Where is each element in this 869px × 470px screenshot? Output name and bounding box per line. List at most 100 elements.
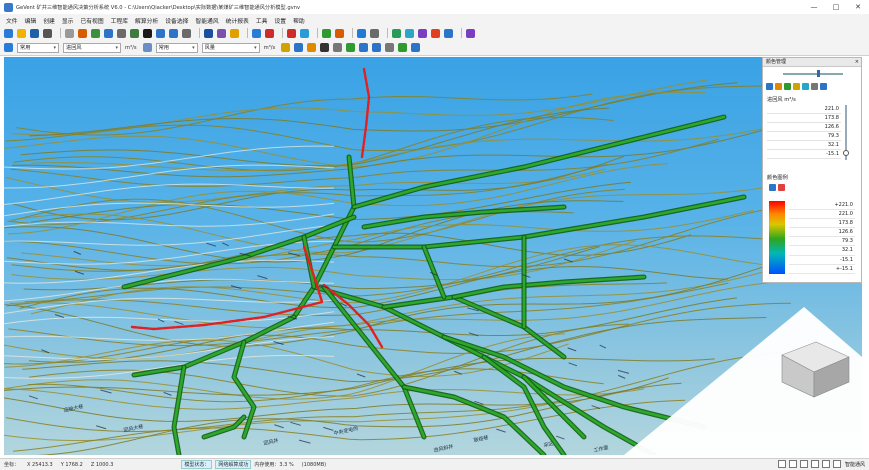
status-layer-icon[interactable] bbox=[821, 460, 830, 468]
refresh-icon[interactable] bbox=[335, 28, 344, 38]
house-icon[interactable] bbox=[346, 43, 356, 52]
menu-item-7[interactable]: 设备选择 bbox=[165, 16, 188, 25]
value-scroll-thumb[interactable] bbox=[843, 150, 849, 156]
cube-icon[interactable] bbox=[793, 82, 800, 90]
airway-tunnel[interactable] bbox=[402, 385, 546, 455]
maximize-button[interactable]: □ bbox=[825, 0, 847, 14]
wrench-icon[interactable] bbox=[217, 28, 226, 38]
layout-icon[interactable] bbox=[372, 43, 382, 52]
sensor-icon[interactable] bbox=[418, 28, 427, 38]
menu-item-0[interactable]: 文件 bbox=[6, 16, 18, 25]
copy-icon[interactable] bbox=[385, 43, 395, 52]
mine-ventilation-3d-scene[interactable]: 运输大巷回风大巷进风斜井 采区 工作面回风井中央变电所联络巷 bbox=[4, 57, 862, 455]
menu-item-6[interactable]: 解算分析 bbox=[135, 16, 158, 25]
star-icon[interactable] bbox=[230, 28, 239, 38]
measure-icon[interactable] bbox=[182, 28, 191, 38]
menu-item-11[interactable]: 设置 bbox=[274, 16, 286, 25]
value-row[interactable]: 126.6 bbox=[767, 123, 841, 132]
pan-icon[interactable] bbox=[156, 28, 165, 38]
new-icon[interactable] bbox=[4, 28, 13, 38]
status-ortho-icon[interactable] bbox=[810, 460, 819, 468]
camera-icon[interactable] bbox=[294, 43, 304, 52]
color-ramp bbox=[769, 201, 785, 274]
color-icon[interactable] bbox=[766, 82, 773, 90]
3d-viewport[interactable]: 运输大巷 回风大巷 进风斜井 采区 工作面 回风井 中央变电所 联络巷 bbox=[4, 57, 862, 455]
fan-icon[interactable] bbox=[300, 28, 309, 38]
legend-reset-icon[interactable] bbox=[778, 184, 785, 191]
link-icon[interactable] bbox=[265, 28, 274, 38]
chart-icon[interactable] bbox=[287, 28, 296, 38]
gradient-icon[interactable] bbox=[775, 82, 782, 90]
layers-icon[interactable] bbox=[117, 28, 126, 38]
circle-icon[interactable] bbox=[320, 43, 330, 52]
field-select[interactable]: 进回风 bbox=[63, 42, 121, 53]
opacity-slider-thumb[interactable] bbox=[817, 70, 820, 77]
style-select[interactable]: 常用 bbox=[17, 42, 59, 53]
settings-icon[interactable] bbox=[811, 82, 818, 90]
recycle-icon[interactable] bbox=[398, 43, 408, 52]
toolbar-separator bbox=[317, 28, 318, 38]
arrow-icon[interactable] bbox=[322, 28, 331, 38]
menu-item-1[interactable]: 编辑 bbox=[25, 16, 37, 25]
terrain-contour bbox=[7, 163, 608, 225]
wind-select[interactable]: 风量 bbox=[201, 42, 260, 53]
menu-item-8[interactable]: 智能通风 bbox=[195, 16, 218, 25]
minimize-button[interactable]: — bbox=[803, 0, 825, 14]
refresh-icon[interactable] bbox=[784, 82, 791, 90]
tunnel-label: 采区 bbox=[543, 440, 554, 449]
node-marker bbox=[563, 258, 573, 263]
redo-icon[interactable] bbox=[78, 28, 87, 38]
menu-item-5[interactable]: 工程库 bbox=[111, 16, 128, 25]
status-lock-icon[interactable] bbox=[832, 460, 841, 468]
zoom-icon[interactable] bbox=[143, 28, 152, 38]
table-icon[interactable] bbox=[411, 43, 421, 52]
opacity-slider[interactable] bbox=[783, 73, 843, 75]
style-select-2[interactable]: 常用 bbox=[155, 42, 198, 53]
node-icon[interactable] bbox=[370, 28, 379, 38]
earth-icon[interactable] bbox=[392, 28, 401, 38]
value-row[interactable]: 221.0 bbox=[767, 105, 841, 114]
high-flow-airway[interactable] bbox=[360, 67, 371, 159]
grid-icon[interactable] bbox=[333, 43, 343, 52]
panel-close-icon[interactable]: × bbox=[855, 58, 859, 66]
report-icon[interactable] bbox=[444, 28, 453, 38]
palette-icon[interactable] bbox=[4, 43, 13, 52]
help-icon[interactable] bbox=[466, 28, 475, 38]
open-icon[interactable] bbox=[17, 28, 26, 38]
menu-item-12[interactable]: 帮助 bbox=[293, 16, 305, 25]
value-row[interactable]: -15.1 bbox=[767, 150, 841, 159]
status-grid-icon[interactable] bbox=[788, 460, 797, 468]
legend-edit-icon[interactable] bbox=[769, 184, 776, 191]
value-row[interactable]: 32.1 bbox=[767, 141, 841, 150]
value-row[interactable]: 173.8 bbox=[767, 114, 841, 123]
menu-item-4[interactable]: 已有视图 bbox=[80, 16, 103, 25]
fire-icon[interactable] bbox=[431, 28, 440, 38]
status-view-icon[interactable] bbox=[777, 460, 786, 468]
value-row[interactable]: 79.3 bbox=[767, 132, 841, 141]
pen-icon[interactable] bbox=[204, 28, 213, 38]
save-icon[interactable] bbox=[30, 28, 39, 38]
copy-style-icon[interactable] bbox=[142, 43, 152, 52]
secondary-toolbar: 常用 进回风 m³/s 常用 风量 m³/s bbox=[0, 40, 869, 56]
globe-icon[interactable] bbox=[820, 82, 827, 90]
network-icon[interactable] bbox=[252, 28, 261, 38]
airway-tunnel[interactable] bbox=[452, 275, 646, 299]
settings-icon[interactable] bbox=[91, 28, 100, 38]
list-icon[interactable] bbox=[359, 43, 369, 52]
menu-item-10[interactable]: 工具 bbox=[256, 16, 268, 25]
menu-item-3[interactable]: 显示 bbox=[62, 16, 74, 25]
menu-item-2[interactable]: 创建 bbox=[43, 16, 55, 25]
undo-icon[interactable] bbox=[65, 28, 74, 38]
pipe-icon[interactable] bbox=[405, 28, 414, 38]
print-icon[interactable] bbox=[43, 28, 52, 38]
globe-icon[interactable] bbox=[104, 28, 113, 38]
select-icon[interactable] bbox=[169, 28, 178, 38]
close-button[interactable]: ✕ bbox=[847, 0, 869, 14]
menu-item-9[interactable]: 统计报表 bbox=[226, 16, 249, 25]
grid-icon[interactable] bbox=[130, 28, 139, 38]
frame-icon[interactable] bbox=[281, 43, 291, 52]
layers-icon[interactable] bbox=[802, 82, 809, 90]
status-snap-icon[interactable] bbox=[799, 460, 808, 468]
gear-icon[interactable] bbox=[307, 43, 317, 52]
filter-icon[interactable] bbox=[357, 28, 366, 38]
